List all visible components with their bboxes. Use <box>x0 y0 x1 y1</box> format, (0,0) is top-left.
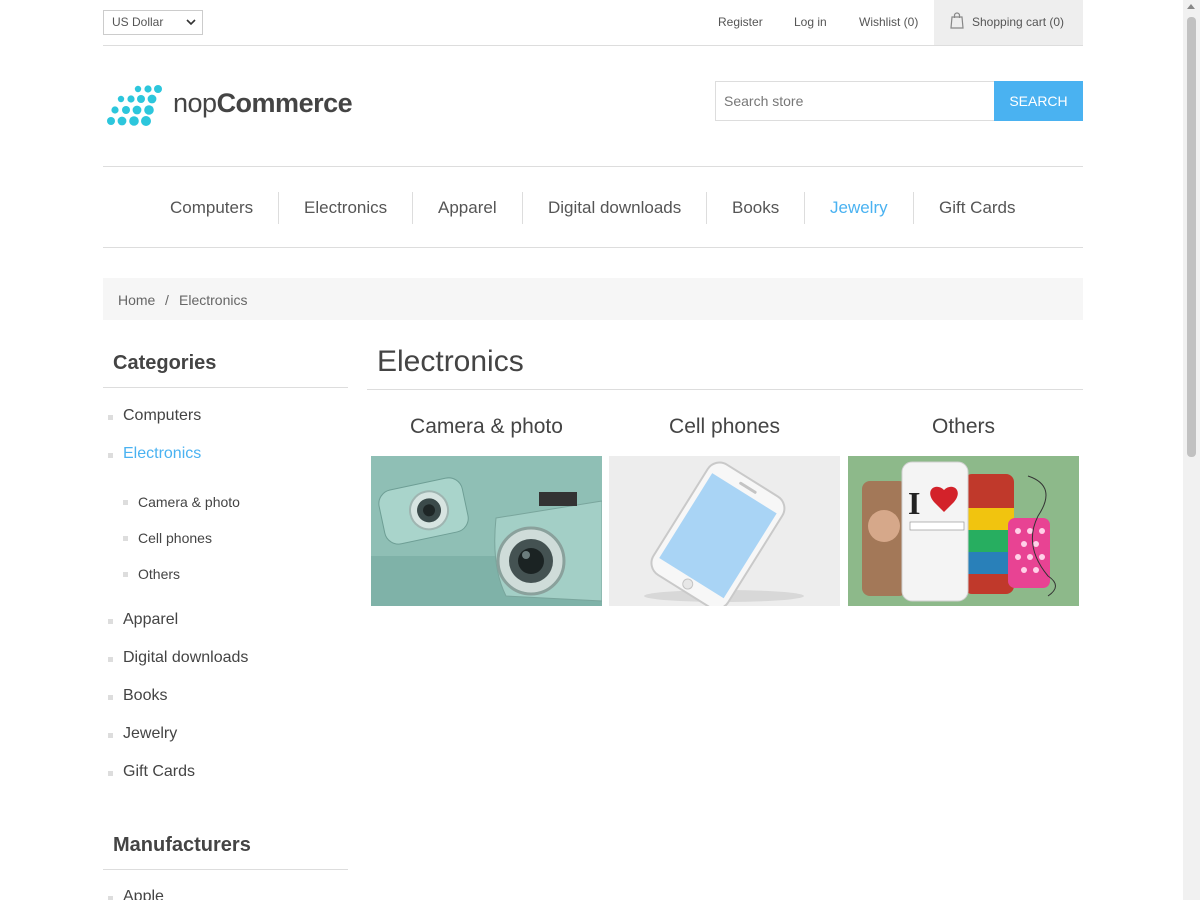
list-bullet <box>108 771 113 776</box>
login-link[interactable]: Log in <box>794 15 827 29</box>
menu-item-jewelry[interactable]: Jewelry <box>830 198 888 218</box>
page-title: Electronics <box>377 345 524 378</box>
breadcrumb-home[interactable]: Home <box>118 292 155 308</box>
categories-title: Categories <box>113 352 217 374</box>
camera-picture <box>371 456 602 606</box>
subcategory-image-camera-photo[interactable] <box>371 456 602 606</box>
store-logo[interactable]: nopCommerce <box>105 84 355 128</box>
breadcrumb-current: Electronics <box>179 292 248 308</box>
list-bullet <box>108 695 113 700</box>
list-bullet <box>108 733 113 738</box>
menu-item-apparel[interactable]: Apparel <box>438 198 497 218</box>
wishlist-link[interactable]: Wishlist (0) <box>859 15 918 29</box>
menu-separator <box>804 192 805 224</box>
list-bullet <box>108 657 113 662</box>
breadcrumb: Home / Electronics <box>103 278 1083 320</box>
logo-text-light: nop <box>173 88 217 118</box>
phone-cases-picture: I <box>848 456 1079 606</box>
subcategory-title-others[interactable]: Others <box>848 415 1079 439</box>
cell-phone-picture <box>609 456 840 606</box>
sidebar-subcategory-camera-photo[interactable]: Camera & photo <box>138 494 240 510</box>
search-input[interactable]: Search store <box>715 81 995 121</box>
sidebar-category-apparel[interactable]: Apparel <box>123 611 178 629</box>
vertical-scrollbar[interactable] <box>1183 0 1200 900</box>
menu-separator <box>706 192 707 224</box>
menu-separator <box>412 192 413 224</box>
menu-item-computers[interactable]: Computers <box>170 198 253 218</box>
sidebar-category-digital-downloads[interactable]: Digital downloads <box>123 649 248 667</box>
menu-item-electronics[interactable]: Electronics <box>304 198 387 218</box>
list-bullet <box>108 619 113 624</box>
list-bullet <box>123 536 128 541</box>
header-links: US Dollar Register Log in Wishlist (0) S… <box>103 0 1083 46</box>
subcategory-image-others[interactable]: I <box>848 456 1079 606</box>
search-button[interactable]: SEARCH <box>994 81 1083 121</box>
sidebar-subcategory-cell-phones[interactable]: Cell phones <box>138 530 212 546</box>
menu-separator <box>278 192 279 224</box>
breadcrumb-separator: / <box>165 292 169 308</box>
subcategory-title-cell-phones[interactable]: Cell phones <box>609 415 840 439</box>
sidebar-subcategory-others[interactable]: Others <box>138 566 180 582</box>
shopping-cart-link[interactable]: Shopping cart (0) <box>934 0 1083 45</box>
subcategory-title-camera-photo[interactable]: Camera & photo <box>371 415 602 439</box>
sidebar-category-electronics[interactable]: Electronics <box>123 445 201 463</box>
page: US Dollar Register Log in Wishlist (0) S… <box>103 0 1083 900</box>
list-bullet <box>108 415 113 420</box>
scrollbar-thumb[interactable] <box>1187 17 1196 457</box>
list-bullet <box>108 896 113 900</box>
currency-value: US Dollar <box>112 15 164 29</box>
register-link[interactable]: Register <box>718 15 763 29</box>
divider <box>103 869 348 870</box>
menu-separator <box>913 192 914 224</box>
scroll-up-arrow-icon[interactable] <box>1187 4 1195 9</box>
list-bullet <box>123 500 128 505</box>
menu-item-gift-cards[interactable]: Gift Cards <box>939 198 1016 218</box>
shopping-bag-icon <box>950 12 964 29</box>
sidebar-manufacturer-apple[interactable]: Apple <box>123 888 164 900</box>
subcategory-image-cell-phones[interactable] <box>609 456 840 606</box>
sidebar-category-books[interactable]: Books <box>123 687 167 705</box>
manufacturers-title: Manufacturers <box>113 834 251 856</box>
chevron-down-icon <box>186 19 196 26</box>
menu-item-books[interactable]: Books <box>732 198 779 218</box>
currency-select[interactable]: US Dollar <box>103 10 203 35</box>
search-placeholder: Search store <box>724 93 804 109</box>
divider <box>367 389 1083 390</box>
list-bullet <box>108 453 113 458</box>
sidebar-category-jewelry[interactable]: Jewelry <box>123 725 177 743</box>
list-bullet <box>123 572 128 577</box>
logo-text: nopCommerce <box>173 88 353 119</box>
sidebar-category-gift-cards[interactable]: Gift Cards <box>123 763 195 781</box>
logo-text-bold: Commerce <box>216 88 353 118</box>
logo-dots-icon <box>107 85 162 126</box>
shopping-cart-label: Shopping cart (0) <box>972 15 1065 29</box>
svg-text:I: I <box>908 485 920 521</box>
top-menu: Computers Electronics Apparel Digital do… <box>103 166 1083 248</box>
menu-separator <box>522 192 523 224</box>
menu-item-digital-downloads[interactable]: Digital downloads <box>548 198 681 218</box>
divider <box>103 387 348 388</box>
sidebar-category-computers[interactable]: Computers <box>123 407 201 425</box>
